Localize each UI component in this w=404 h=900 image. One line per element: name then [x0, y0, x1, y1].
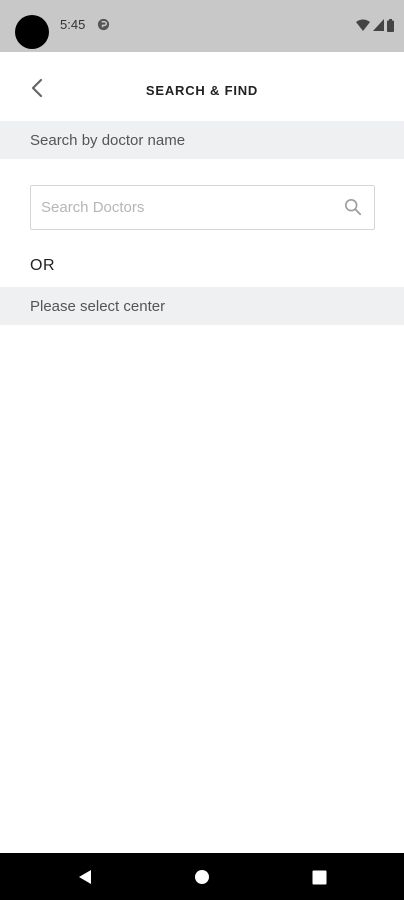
- status-time: 5:45: [60, 17, 86, 32]
- search-doctors-input[interactable]: [31, 186, 331, 229]
- select-center-row[interactable]: Please select center: [0, 287, 404, 325]
- nav-home-button[interactable]: [191, 866, 213, 888]
- status-icons: [356, 17, 394, 33]
- app-notification-icon: [97, 18, 110, 31]
- recents-square-icon: [312, 870, 326, 884]
- nav-recents-button[interactable]: [308, 866, 330, 888]
- search-by-doctor-section: Search by doctor name: [0, 121, 404, 159]
- or-divider-text: OR: [30, 257, 55, 274]
- search-doctors-box: [30, 185, 375, 230]
- avatar: [15, 15, 49, 49]
- page-title: SEARCH & FIND: [145, 83, 259, 98]
- back-triangle-icon: [79, 870, 91, 884]
- cell-signal-icon: [373, 19, 384, 31]
- search-icon[interactable]: [344, 198, 362, 216]
- search-by-doctor-label: Search by doctor name: [30, 132, 186, 149]
- status-bar: 5:45: [0, 0, 404, 52]
- app-header: SEARCH & FIND: [0, 52, 404, 122]
- battery-icon: [387, 18, 394, 32]
- select-center-label: Please select center: [30, 298, 166, 315]
- nav-back-button[interactable]: [74, 866, 96, 888]
- system-nav-bar: [0, 853, 404, 900]
- wifi-icon: [356, 19, 370, 31]
- home-circle-icon: [195, 870, 209, 884]
